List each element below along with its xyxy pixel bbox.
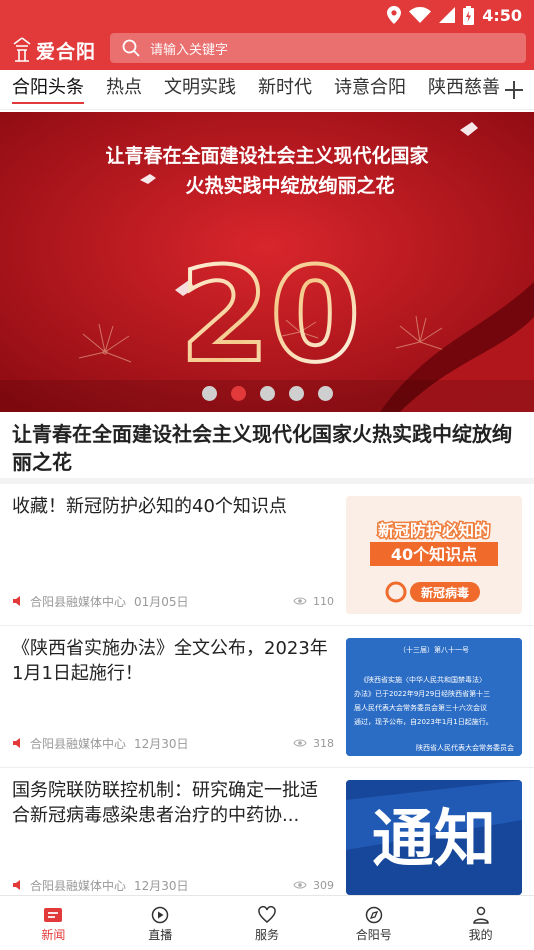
user-icon	[472, 906, 489, 924]
news-date: 12月30日	[134, 878, 189, 893]
news-title[interactable]: 国务院联防联控机制：研究确定一批适合新冠病毒感染患者治疗的中药协...	[12, 778, 334, 828]
battery-icon	[463, 5, 475, 25]
eye-icon	[293, 881, 307, 889]
news-thumbnail[interactable]: 通知	[346, 780, 522, 895]
app-bar: 爱合阳 请输入关键字	[0, 30, 534, 70]
banner-text-line2: 火热实践中绽放绚丽之花	[185, 174, 394, 197]
live-icon	[151, 906, 169, 924]
thumb-line: 办法》已于2022年9月29日经陕西省第十三	[354, 689, 490, 698]
speaker-icon	[13, 880, 20, 890]
banner-carousel[interactable]: 让青春在全面建设社会主义现代化国家 火热实践中绽放绚丽之花 20	[0, 112, 534, 412]
status-bar: 4:50	[0, 0, 534, 30]
view-count: 309	[313, 878, 334, 892]
channel-tabs: 合阳头条 热点 文明实践 新时代 诗意合阳 陕西慈善	[0, 70, 534, 110]
tab-civilization-practice[interactable]: 文明实践	[164, 70, 236, 106]
news-item[interactable]: 《陕西省实施办法》全文公布，2023年1月1日起施行！ 合阳县融媒体中心 12月…	[0, 626, 534, 768]
news-meta: 合阳县融媒体中心 01月05日 110	[12, 592, 334, 610]
speaker-icon	[13, 738, 20, 748]
news-thumbnail[interactable]: （十三届）第八十一号 《陕西省实施〈中华人民共和国禁毒法〉 办法》已于2022年…	[346, 638, 522, 756]
nav-label: 我的	[468, 928, 493, 942]
app-logo[interactable]: 爱合阳	[12, 35, 96, 65]
banner-headline[interactable]: 让青春在全面建设社会主义现代化国家火热实践中绽放绚丽之花	[0, 412, 534, 484]
nav-label: 新闻	[41, 928, 66, 942]
thumb-line: 届人民代表大会常务委员会第三十六次会议	[354, 703, 487, 712]
news-title[interactable]: 《陕西省实施办法》全文公布，2023年1月1日起施行！	[12, 636, 334, 686]
status-icons: 4:50	[387, 4, 522, 26]
view-count: 318	[313, 736, 334, 750]
news-date: 12月30日	[134, 736, 189, 751]
channel-tab-strip[interactable]: 合阳头条 热点 文明实践 新时代 诗意合阳 陕西慈善	[0, 70, 500, 110]
thumb-big-text: 通知	[372, 802, 496, 875]
search-bar[interactable]: 请输入关键字	[110, 33, 526, 63]
thumbnail-image: 通知	[346, 780, 522, 895]
carousel-dot[interactable]	[288, 386, 304, 401]
news-source: 合阳县融媒体中心	[30, 878, 127, 893]
location-icon	[387, 6, 402, 24]
carousel-dot-active[interactable]	[230, 386, 246, 401]
news-item[interactable]: 收藏！新冠防护必知的40个知识点 合阳县融媒体中心 01月05日 110 新冠防…	[0, 484, 534, 626]
nav-mine[interactable]: 我的	[427, 896, 534, 950]
carousel-indicator	[0, 386, 534, 404]
search-icon	[122, 39, 140, 57]
tab-poetic-heyang[interactable]: 诗意合阳	[334, 70, 406, 106]
tab-shaanxi-charity[interactable]: 陕西慈善	[428, 70, 500, 106]
wifi-icon	[409, 7, 432, 23]
news-source: 合阳县融媒体中心	[30, 594, 127, 609]
banner-text-line1: 让青春在全面建设社会主义现代化国家	[105, 144, 429, 167]
nav-label: 服务	[254, 928, 279, 942]
thumb-tag: 新冠病毒	[421, 585, 469, 600]
plus-icon	[505, 81, 523, 99]
clock: 4:50	[482, 5, 522, 25]
nav-label: 合阳号	[355, 928, 392, 942]
nav-heyang-account[interactable]: 合阳号	[320, 896, 427, 950]
logo-mark-icon	[13, 37, 31, 62]
news-meta: 合阳县融媒体中心 12月30日 318	[12, 734, 334, 752]
carousel-dot[interactable]	[201, 386, 217, 401]
news-thumbnail[interactable]: 新冠防护必知的 40个知识点 新冠病毒	[346, 496, 522, 614]
news-views: 110	[293, 595, 334, 608]
nav-service[interactable]: 服务	[214, 896, 321, 950]
thumb-line: 通过，现予公布，自2023年1月1日起施行。	[354, 717, 493, 726]
news-date: 01月05日	[134, 594, 189, 609]
news-source: 合阳县融媒体中心	[30, 736, 127, 751]
nav-label: 直播	[148, 928, 173, 942]
compass-icon	[365, 906, 383, 924]
thumb-line1: 新冠防护必知的	[378, 521, 490, 540]
carousel-dot[interactable]	[317, 386, 333, 401]
bottom-nav: 新闻 直播 服务 合阳号 我的	[0, 895, 534, 950]
app-name: 爱合阳	[36, 40, 97, 63]
tab-headlines[interactable]: 合阳头条	[12, 70, 84, 106]
news-title[interactable]: 收藏！新冠防护必知的40个知识点	[12, 494, 334, 519]
banner-big-number: 20	[180, 239, 361, 391]
news-views: 309	[293, 879, 334, 892]
eye-icon	[293, 597, 307, 605]
service-icon	[258, 906, 276, 923]
news-meta: 合阳县融媒体中心 12月30日 309	[12, 876, 334, 894]
thumb-header: （十三届）第八十一号	[399, 645, 469, 654]
nav-live[interactable]: 直播	[107, 896, 214, 950]
carousel-dot[interactable]	[259, 386, 275, 401]
add-channel-button[interactable]	[500, 76, 528, 104]
thumb-line: 《陕西省实施〈中华人民共和国禁毒法〉	[360, 675, 486, 684]
search-placeholder: 请输入关键字	[150, 42, 229, 58]
eye-icon	[293, 739, 307, 747]
news-item[interactable]: 国务院联防联控机制：研究确定一批适合新冠病毒感染患者治疗的中药协... 合阳县融…	[0, 768, 534, 895]
thumbnail-image: （十三届）第八十一号 《陕西省实施〈中华人民共和国禁毒法〉 办法》已于2022年…	[346, 638, 522, 756]
thumb-line2: 40个知识点	[391, 545, 477, 564]
view-count: 110	[313, 594, 334, 608]
tab-hot[interactable]: 热点	[106, 70, 142, 106]
nav-news[interactable]: 新闻	[0, 896, 107, 950]
tab-new-era[interactable]: 新时代	[258, 70, 312, 106]
thumbnail-image: 新冠防护必知的 40个知识点 新冠病毒	[346, 496, 522, 614]
thumb-footer: 陕西省人民代表大会常务委员会	[416, 743, 514, 752]
news-icon	[44, 908, 63, 922]
speaker-icon	[13, 596, 20, 606]
news-views: 318	[293, 737, 334, 750]
signal-icon	[439, 7, 456, 23]
banner-image: 让青春在全面建设社会主义现代化国家 火热实践中绽放绚丽之花 20	[0, 112, 534, 412]
